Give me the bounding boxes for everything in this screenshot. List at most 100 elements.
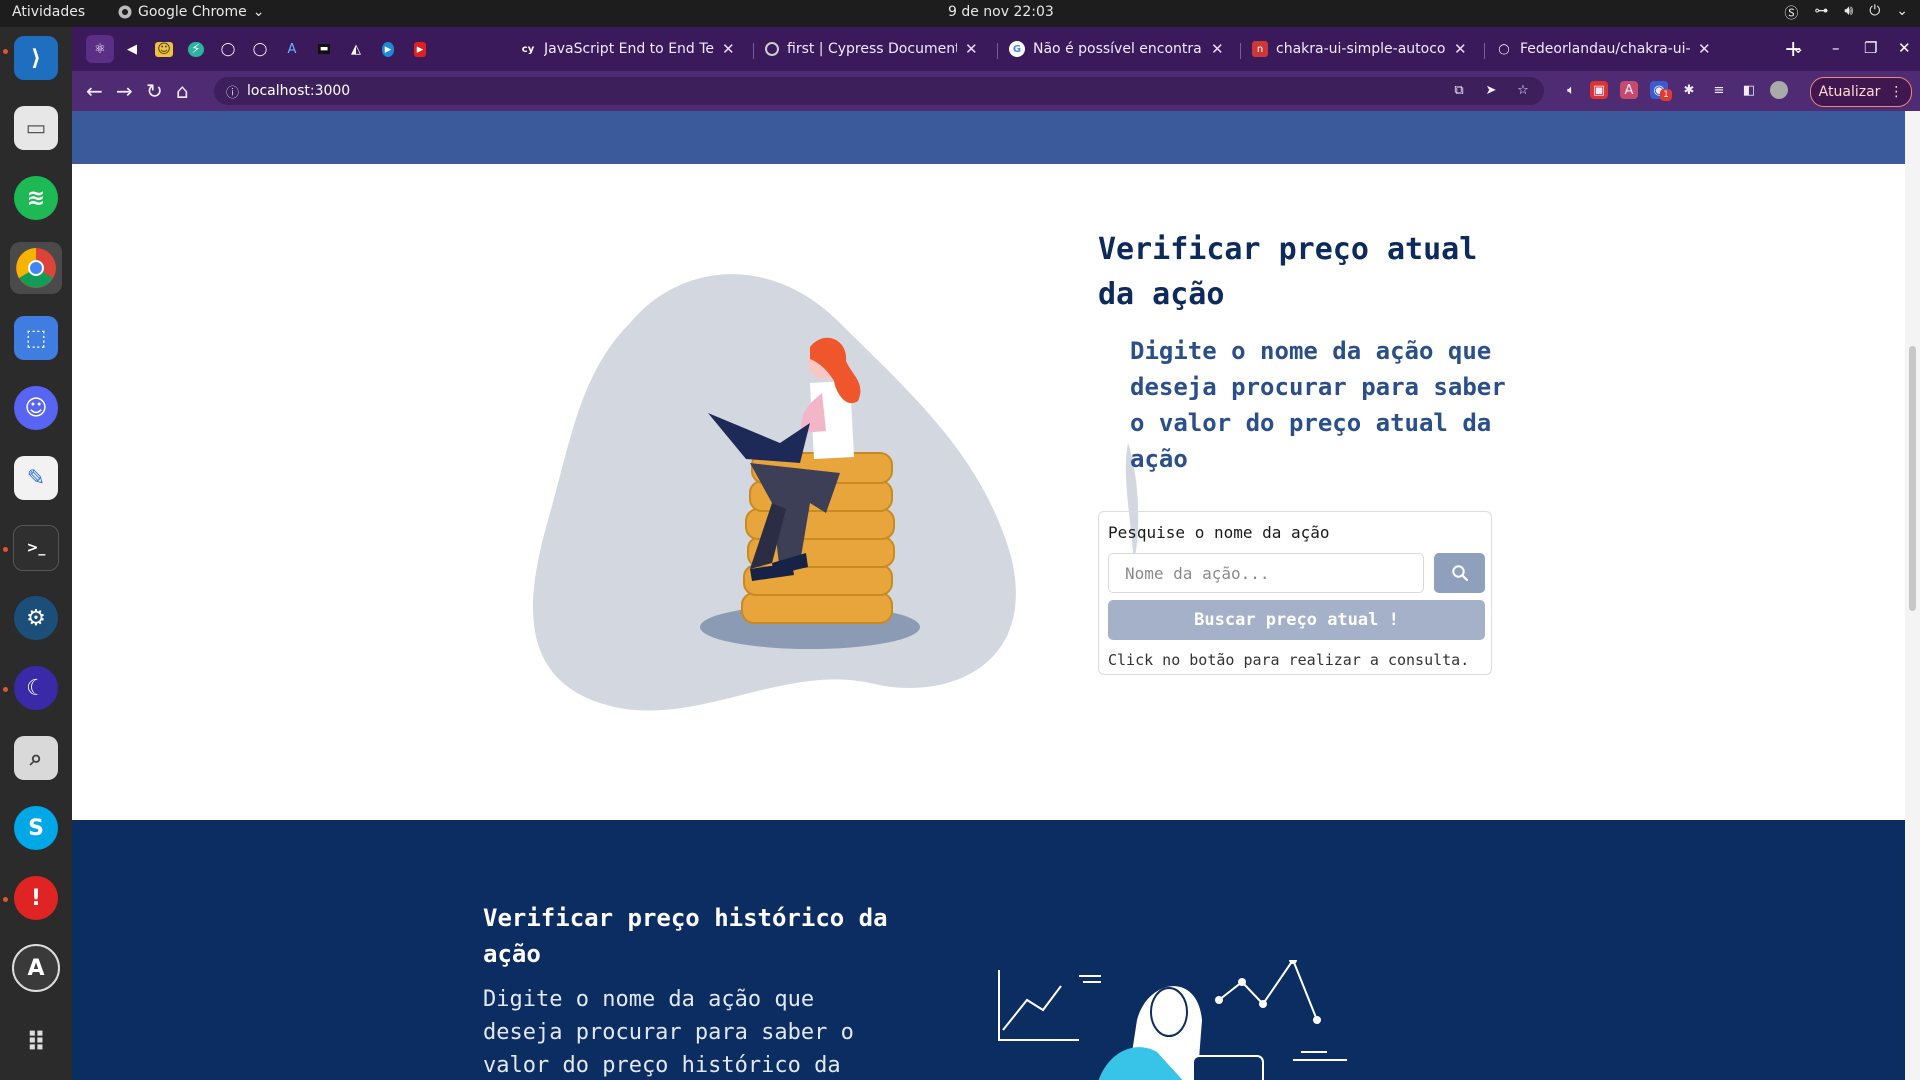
pinned-tab-deploy[interactable]: ◭ bbox=[342, 35, 370, 63]
close-icon[interactable]: ✕ bbox=[1211, 40, 1224, 58]
pinned-tab-dev[interactable]: ▬ bbox=[310, 35, 338, 63]
restore-button[interactable]: ❐ bbox=[1864, 39, 1877, 57]
home-button[interactable]: ⌂ bbox=[176, 79, 189, 103]
browser-toolbar: ← → ↻ ⌂ ⓘ localhost:3000 ⧉ ➤ ☆ 🔈︎ ▣ A ◉ … bbox=[72, 71, 1920, 111]
running-indicator bbox=[3, 687, 8, 692]
minimize-button[interactable]: – bbox=[1832, 39, 1840, 57]
info-icon[interactable]: ⓘ bbox=[226, 82, 239, 101]
analytics-woman-illustration bbox=[998, 960, 1347, 1080]
historical-price-section: Verificar preço histórico da ação Digite… bbox=[72, 820, 1905, 1080]
files-launcher[interactable]: ▭ bbox=[10, 102, 62, 154]
pinned-tab-app[interactable]: ⚡ bbox=[182, 35, 210, 63]
page-scrollbar[interactable] bbox=[1905, 111, 1920, 1080]
close-icon[interactable]: ✕ bbox=[1454, 40, 1467, 58]
tab-npm-package[interactable]: n chakra-ui-simple-autocon ✕ bbox=[1242, 33, 1478, 65]
pinned-tab-audio[interactable]: ◀ bbox=[118, 35, 146, 63]
speaker-icon: ◀ bbox=[127, 41, 137, 57]
github-icon: ◯ bbox=[220, 41, 236, 57]
update-button[interactable]: Atualizar ⋮ bbox=[1810, 77, 1912, 107]
pinned-tab-emoji[interactable]: ☺ bbox=[150, 35, 178, 63]
profile-avatar[interactable] bbox=[1770, 81, 1788, 99]
app-name: Google Chrome bbox=[138, 4, 247, 20]
audio-extension-icon[interactable]: 🔈︎ bbox=[1562, 81, 1580, 99]
discord-launcher[interactable]: ☺ bbox=[10, 382, 62, 434]
network-icon[interactable]: ⊶ bbox=[1814, 3, 1828, 23]
screenshot-icon: ⬚ bbox=[14, 316, 58, 360]
chrome-icon bbox=[16, 248, 56, 288]
extension-red-icon[interactable]: ▣ bbox=[1590, 81, 1608, 99]
software-launcher[interactable]: A bbox=[10, 942, 62, 994]
pinned-tab-github-1[interactable]: ◯ bbox=[214, 35, 242, 63]
tab-strip: ⚛ ◀ ☺ ⚡ ◯ ◯ A ▬ ◭ ▸ ▸ cy JavaScript End … bbox=[72, 27, 1920, 71]
fetch-current-price-button[interactable]: Buscar preço atual ! bbox=[1108, 600, 1485, 640]
clock[interactable]: 9 de nov 22:03 bbox=[948, 4, 1054, 20]
close-icon[interactable]: ✕ bbox=[965, 40, 978, 58]
running-indicator bbox=[3, 897, 8, 902]
github-icon: ◯ bbox=[1498, 43, 1510, 55]
steam-launcher[interactable]: ⚙ bbox=[10, 592, 62, 644]
side-panel-icon[interactable]: ◧ bbox=[1740, 81, 1758, 99]
night-app-launcher[interactable]: ☾ bbox=[10, 662, 62, 714]
tab-google-error[interactable]: G Não é possível encontrar ✕ bbox=[999, 33, 1231, 65]
close-window-button[interactable]: ✕ bbox=[1898, 39, 1911, 57]
tab-github-repo[interactable]: ◯ Fedeorlandau/chakra-ui- ✕ bbox=[1486, 33, 1722, 65]
tab-cypress-course[interactable]: cy JavaScript End to End Te ✕ bbox=[510, 33, 742, 65]
extension-badge: 1 bbox=[1660, 89, 1672, 101]
files-icon: ▭ bbox=[14, 106, 58, 150]
vscode-launcher[interactable]: ⟩ bbox=[10, 32, 62, 84]
extensions-puzzle-icon[interactable]: ✱ bbox=[1680, 81, 1698, 99]
volume-icon[interactable]: 🔊︎ bbox=[1844, 3, 1853, 23]
current-price-description: Digite o nome da ação que deseja procura… bbox=[1130, 337, 1506, 473]
spotify-launcher[interactable]: ≋ bbox=[10, 172, 62, 224]
search-icon bbox=[1451, 565, 1468, 582]
steam-icon: ⚙ bbox=[14, 596, 58, 640]
deploy-icon: ◭ bbox=[351, 41, 361, 57]
emoji-icon: ☺ bbox=[155, 41, 173, 57]
scrollbar-thumb[interactable] bbox=[1909, 346, 1916, 611]
historical-price-title: Verificar preço histórico da ação bbox=[483, 904, 888, 968]
pinned-tab-react[interactable]: ⚛ bbox=[86, 35, 114, 63]
bookmark-star-icon[interactable]: ☆ bbox=[1514, 81, 1532, 99]
close-icon[interactable]: ✕ bbox=[722, 40, 735, 58]
chrome-icon bbox=[118, 5, 132, 19]
address-bar[interactable]: ⓘ localhost:3000 bbox=[214, 77, 1544, 105]
media-queue-icon[interactable]: ≡ bbox=[1710, 81, 1728, 99]
stock-name-input[interactable] bbox=[1108, 553, 1424, 593]
tab-separator bbox=[997, 43, 998, 59]
show-apps-button[interactable]: ⠿ bbox=[10, 1017, 62, 1069]
google-icon: G bbox=[1009, 41, 1025, 57]
chrome-launcher[interactable] bbox=[10, 242, 62, 294]
translate-icon[interactable]: ⧉ bbox=[1450, 81, 1468, 99]
send-icon[interactable]: ➤ bbox=[1482, 81, 1500, 99]
extension-pink-icon[interactable]: A bbox=[1620, 81, 1638, 99]
alert-app-launcher[interactable]: ! bbox=[10, 872, 62, 924]
system-tray[interactable]: Ⓢ ⊶ 🔊︎ ⏻ ⌄ bbox=[1784, 3, 1908, 23]
search-button[interactable] bbox=[1434, 553, 1485, 593]
app-menu[interactable]: Google Chrome ⌄ bbox=[118, 4, 264, 20]
back-button[interactable]: ← bbox=[86, 79, 103, 103]
skype-tray-icon[interactable]: Ⓢ bbox=[1784, 3, 1798, 23]
chevron-down-icon[interactable]: ⌄ bbox=[1896, 3, 1908, 23]
forward-button[interactable]: → bbox=[116, 79, 133, 103]
pinned-tab-github-2[interactable]: ◯ bbox=[246, 35, 274, 63]
screenshot-launcher[interactable]: ⬚ bbox=[10, 312, 62, 364]
magnifier-launcher[interactable]: ⌕ bbox=[10, 732, 62, 784]
dev-icon: ▬ bbox=[317, 44, 331, 54]
moon-icon: ☾ bbox=[14, 666, 58, 710]
pinned-tab-youtube[interactable]: ▸ bbox=[406, 35, 434, 63]
loading-spinner-icon bbox=[765, 42, 779, 56]
activities-button[interactable]: Atividades bbox=[12, 4, 85, 20]
running-indicator bbox=[3, 547, 8, 552]
pinned-tab-player[interactable]: ▸ bbox=[374, 35, 402, 63]
skype-launcher[interactable]: S bbox=[10, 802, 62, 854]
power-icon[interactable]: ⏻ bbox=[1869, 3, 1880, 23]
close-icon[interactable]: ✕ bbox=[1698, 40, 1711, 58]
update-label: Atualizar bbox=[1818, 84, 1881, 100]
pinned-tab-font[interactable]: A bbox=[278, 35, 306, 63]
tab-search-icon[interactable]: ⌄ bbox=[1792, 39, 1805, 57]
discord-icon: ☺ bbox=[14, 386, 58, 430]
reload-button[interactable]: ↻ bbox=[146, 79, 163, 103]
text-editor-launcher[interactable]: ✎ bbox=[10, 452, 62, 504]
terminal-launcher[interactable]: >_ bbox=[10, 522, 62, 574]
tab-cypress-docs[interactable]: first | Cypress Documenta ✕ bbox=[755, 33, 991, 65]
